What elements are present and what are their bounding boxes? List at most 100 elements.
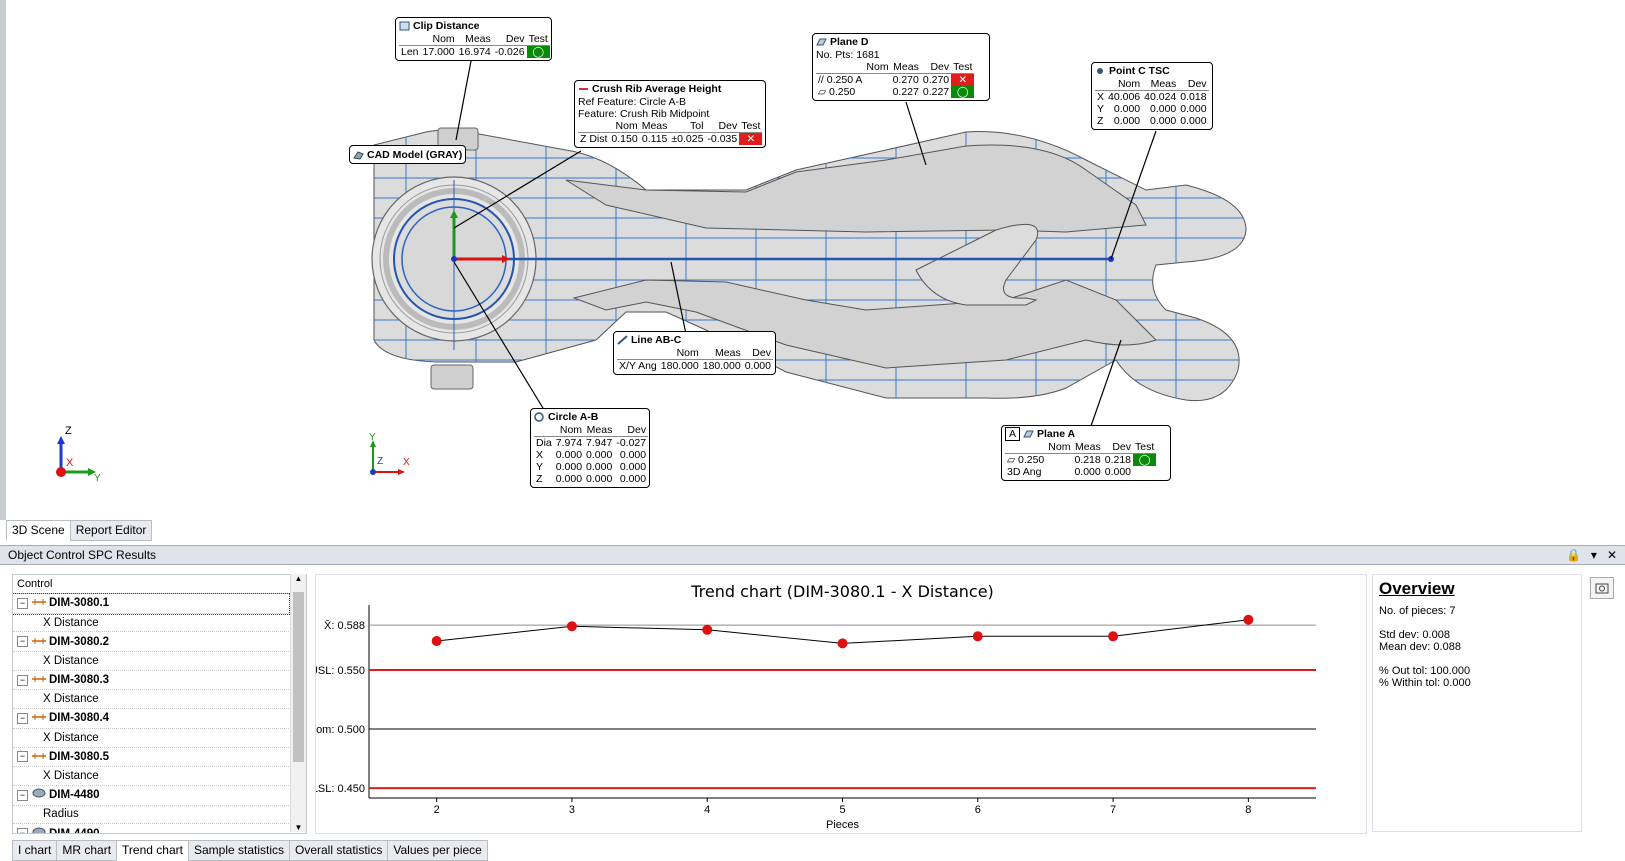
trend-chart: Trend chart (DIM-3080.1 - X Distance) X̄:… — [308, 582, 1316, 831]
tab-report-editor[interactable]: Report Editor — [69, 520, 153, 541]
data-point — [837, 638, 848, 649]
tab-i-chart[interactable]: I chart — [12, 840, 58, 861]
view-triad-2: Y Z X — [369, 432, 410, 475]
x-tick-label: 3 — [569, 804, 575, 816]
spc-chart-tabs: I chart MR chart Trend chart Sample stat… — [12, 840, 488, 861]
svg-text:X: X — [66, 457, 74, 469]
collapse-icon[interactable]: − — [17, 674, 28, 686]
tree-item-dim-4490[interactable]: − DIM-4490 — [13, 824, 289, 833]
data-point — [972, 631, 983, 642]
tab-mr-chart[interactable]: MR chart — [56, 840, 118, 861]
data-point — [702, 624, 713, 635]
data-point — [1108, 631, 1119, 642]
data-point — [431, 636, 442, 647]
out-tol: % Out tol: 100.000 — [1379, 665, 1471, 677]
tree-item-dim-3080.1[interactable]: − DIM-3080.1 — [13, 593, 290, 615]
plane-a-callout[interactable]: A Plane A Nom Meas Dev Test ▱ 0.250 0.218 0.21… — [1001, 425, 1171, 481]
pass-icon: ◯ — [526, 45, 550, 58]
tree-child-item[interactable]: X Distance — [13, 767, 289, 786]
x-axis-label: Pieces — [826, 819, 860, 831]
svg-text:Y: Y — [369, 432, 376, 443]
control-tree[interactable]: Control − DIM-3080.1 X Distance − DIM-3080.2… — [12, 574, 307, 834]
tab-overall-statistics[interactable]: Overall statistics — [289, 840, 389, 861]
tree-scrollbar[interactable]: ▲ ▼ — [290, 574, 306, 832]
distance-icon — [399, 21, 410, 31]
collapse-icon[interactable]: − — [17, 828, 28, 833]
pass-icon: ◯ — [951, 86, 975, 98]
svg-text:Z: Z — [377, 456, 383, 467]
collapse-icon[interactable]: − — [17, 712, 28, 724]
circle-a-b-callout[interactable]: Circle A-B Nom Meas Dev Dia 7.974 7.947 -0.02… — [530, 408, 650, 488]
distance-icon — [32, 633, 46, 651]
collapse-icon[interactable]: − — [17, 597, 28, 609]
height-icon — [578, 84, 589, 94]
spc-panel-title: Object Control SPC Results — [8, 548, 157, 562]
x-tick-label: 7 — [1110, 804, 1116, 816]
snapshot-button[interactable] — [1590, 577, 1614, 599]
tree-item-dim-3080.4[interactable]: − DIM-3080.4 — [13, 709, 289, 729]
collapse-icon[interactable]: − — [17, 789, 28, 801]
tree-child-item[interactable]: X Distance — [13, 614, 289, 633]
tree-item-dim-3080.5[interactable]: − DIM-3080.5 — [13, 748, 289, 768]
scroll-down-icon[interactable]: ▼ — [291, 823, 306, 832]
tree-child-item[interactable]: X Distance — [13, 690, 289, 710]
trend-chart-panel: Trend chart (DIM-3080.1 - X Distance) X̄:… — [308, 574, 1367, 834]
view-triad-1: Z X Y — [56, 425, 101, 484]
3d-scene-view[interactable]: Z X Y Y Z X CAD Model (GRAY) Clip Distan… — [0, 0, 1625, 520]
plane-icon — [816, 37, 827, 47]
part-body — [371, 127, 1247, 402]
reference-line-label: Nom: 0.500 — [316, 724, 365, 736]
pin-icon[interactable]: 🔒 — [1566, 546, 1581, 564]
line-icon — [617, 335, 628, 345]
chevron-down-icon[interactable]: ▾ — [1591, 546, 1597, 564]
tree-item-dim-3080.3[interactable]: − DIM-3080.3 — [13, 671, 289, 691]
close-icon[interactable]: ✕ — [1607, 546, 1617, 564]
point-icon — [1095, 66, 1106, 76]
fail-icon: ✕ — [739, 132, 763, 145]
datum-a-badge: A — [1005, 427, 1021, 441]
tree-child-item[interactable]: X Distance — [13, 729, 289, 748]
tree-item-dim-3080.2[interactable]: − DIM-3080.2 — [13, 632, 289, 653]
collapse-icon[interactable]: − — [17, 751, 28, 763]
pieces-count: No. of pieces: 7 — [1379, 605, 1456, 617]
axis-z-label: Z — [65, 425, 72, 437]
distance-icon — [32, 594, 46, 612]
scroll-up-icon[interactable]: ▲ — [291, 574, 306, 583]
flatness-icon: ▱ — [1007, 454, 1016, 466]
pass-icon: ◯ — [1133, 453, 1157, 466]
collapse-icon[interactable]: − — [17, 636, 28, 648]
tab-values-per-piece[interactable]: Values per piece — [387, 840, 488, 861]
std-dev: Std dev: 0.008 — [1379, 629, 1450, 641]
data-point — [1243, 614, 1254, 625]
tree-child-item[interactable]: Radius — [13, 806, 289, 825]
mean-dev: Mean dev: 0.088 — [1379, 641, 1461, 653]
tab-3d-scene[interactable]: 3D Scene — [6, 520, 71, 541]
reference-line-label: LSL: 0.450 — [316, 783, 365, 795]
within-tol: % Within tol: 0.000 — [1379, 677, 1471, 689]
chart-title: Trend chart (DIM-3080.1 - X Distance) — [690, 582, 994, 601]
data-point — [566, 621, 577, 632]
point-c-tsc-callout[interactable]: Point C TSC Nom Meas Dev X 40.006 40.024 0.01… — [1091, 62, 1213, 130]
tree-item-dim-4480[interactable]: − DIM-4480 — [13, 786, 289, 806]
svg-text:Y: Y — [94, 473, 101, 484]
plane-d-callout[interactable]: Plane D No. Pts: 1681 Nom Meas Dev Test // … — [812, 33, 990, 101]
scrollbar-thumb[interactable] — [293, 592, 304, 762]
line-ab-c-callout[interactable]: Line AB-C Nom Meas Dev X/Y Ang 180.000 180.0… — [613, 331, 776, 375]
tab-trend-chart[interactable]: Trend chart — [116, 840, 189, 861]
tab-sample-statistics[interactable]: Sample statistics — [187, 840, 290, 861]
crush-rib-callout[interactable]: Crush Rib Average Height Ref Feature: Ci… — [574, 80, 766, 148]
scene-tabs: 3D Scene Report Editor — [6, 520, 153, 541]
parallelism-icon: // — [818, 74, 824, 86]
spc-panel-header: Object Control SPC Results 🔒 ▾ ✕ — [0, 545, 1625, 565]
distance-icon — [32, 748, 46, 766]
camera-icon — [1595, 583, 1609, 594]
x-tick-label: 5 — [839, 804, 845, 816]
cad-model-label[interactable]: CAD Model (GRAY) — [349, 145, 467, 164]
tree-child-item[interactable]: X Distance — [13, 652, 289, 671]
x-tick-label: 2 — [434, 804, 440, 816]
clip-distance-callout[interactable]: Clip Distance Nom Meas Dev Test Len 17.000 16… — [395, 17, 552, 61]
overview-title: Overview — [1379, 579, 1455, 598]
x-tick-label: 8 — [1245, 804, 1251, 816]
reference-line-label: USL: 0.550 — [316, 665, 365, 677]
cylinder-icon — [32, 786, 46, 804]
